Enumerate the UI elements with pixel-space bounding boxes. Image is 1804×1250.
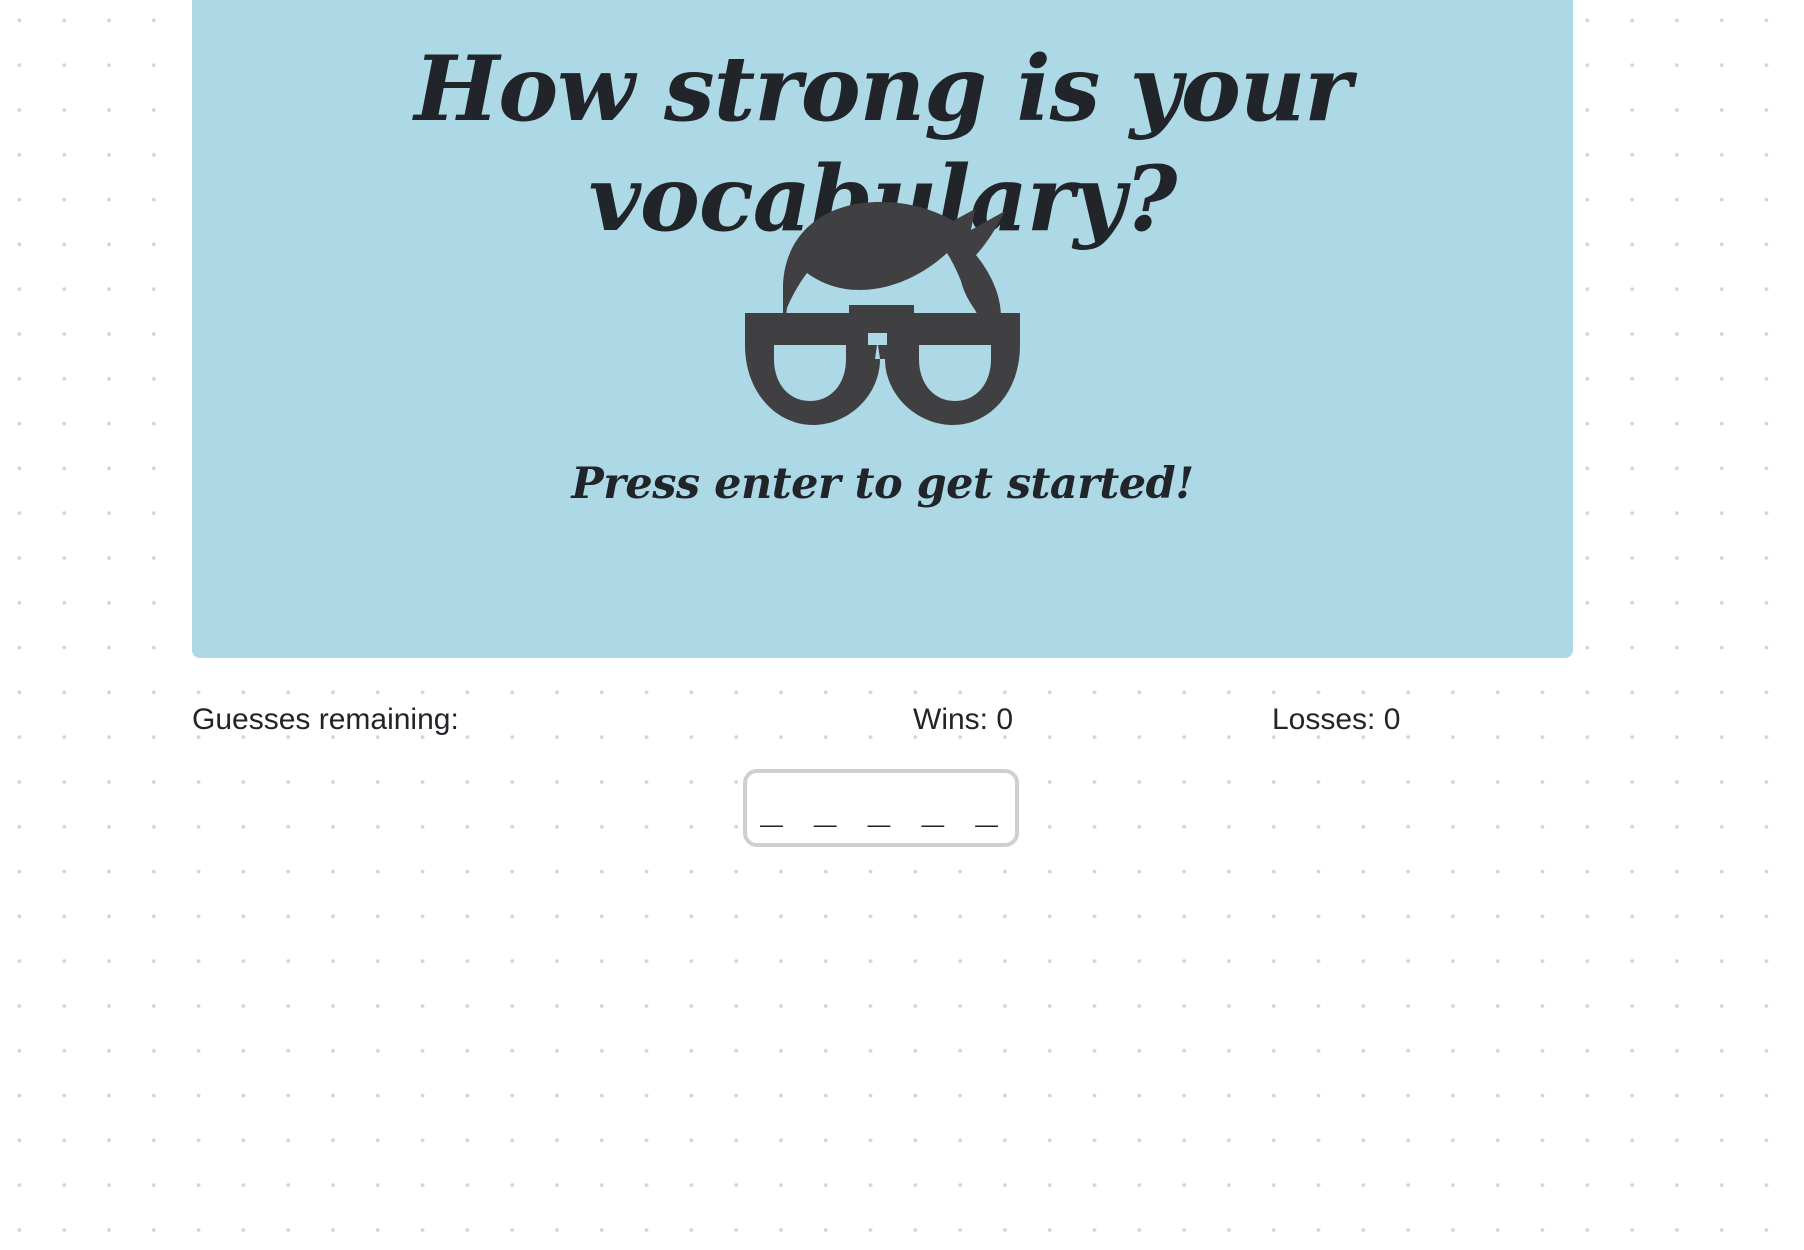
wins-counter: Wins: 0 [913,703,1014,736]
start-prompt: Press enter to get started! [571,459,1194,509]
game-header-panel: How strong is your vocabulary? Press ent… [192,0,1573,658]
geek-glasses-icon [745,202,1020,425]
current-word-display: _ _ _ _ _ [743,769,1019,847]
losses-counter: Losses: 0 [1272,703,1401,736]
guesses-remaining-label: Guesses remaining: [192,703,459,736]
